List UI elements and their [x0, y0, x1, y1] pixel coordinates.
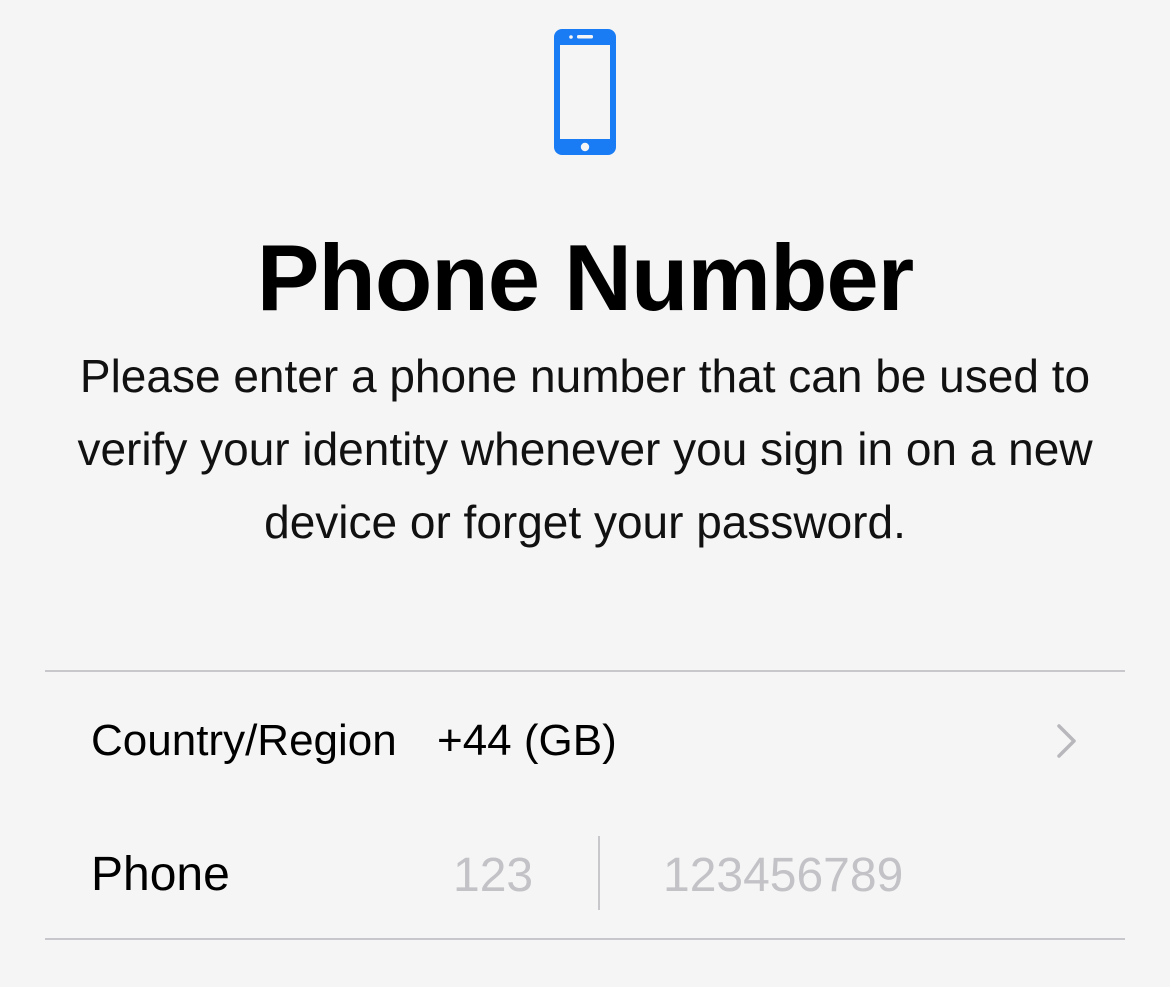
- phone-number-input[interactable]: [663, 840, 1083, 910]
- phone-field-divider: [598, 836, 600, 910]
- country-region-label: Country/Region: [91, 716, 397, 765]
- phone-label: Phone: [91, 848, 230, 901]
- iphone-icon: [554, 29, 616, 155]
- page-title: Phone Number: [256, 225, 915, 330]
- country-code-input[interactable]: [453, 840, 573, 910]
- bottom-separator: [45, 938, 1125, 940]
- phone-row: Phone: [45, 810, 1125, 940]
- chevron-right-icon: [1057, 724, 1076, 758]
- country-region-value: +44 (GB): [437, 716, 617, 765]
- country-region-row[interactable]: Country/Region +44 (GB): [45, 676, 1125, 806]
- top-separator: [45, 670, 1125, 672]
- page-description: Please enter a phone number that can be …: [77, 350, 1093, 548]
